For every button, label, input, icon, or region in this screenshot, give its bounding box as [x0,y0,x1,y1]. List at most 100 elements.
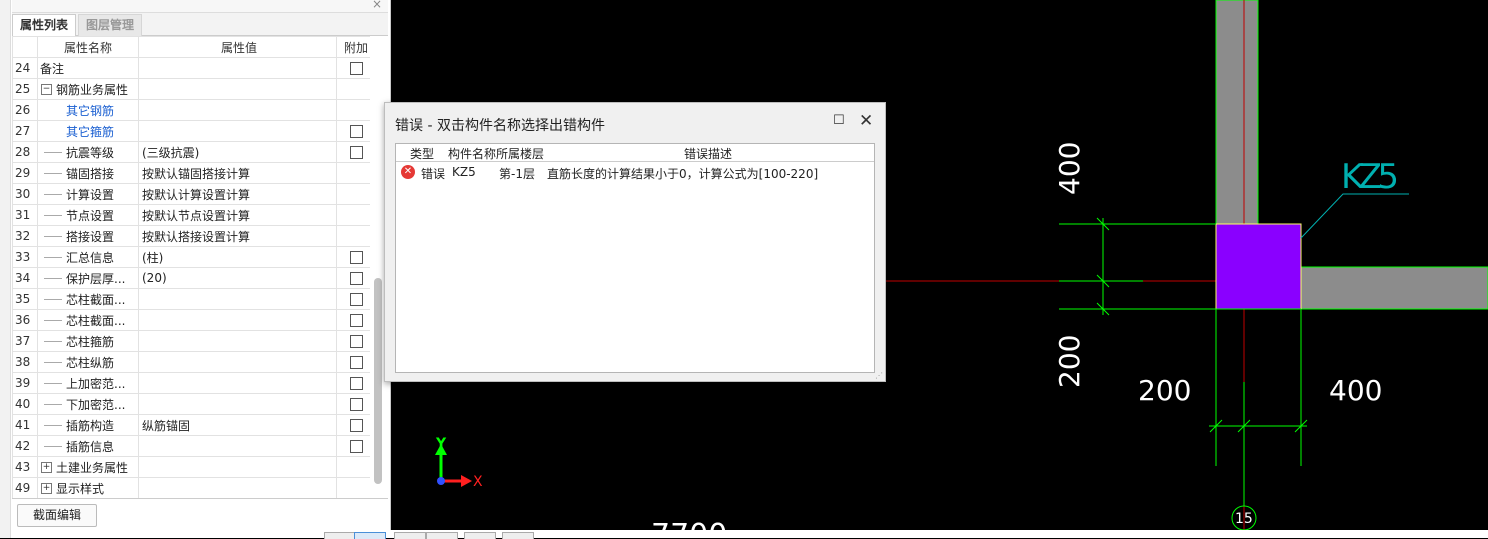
wall-horizontal[interactable] [1300,266,1488,310]
property-name-cell[interactable]: 备注 [37,57,139,79]
section-edit-button[interactable]: 截面编辑 [17,504,97,527]
property-value[interactable] [138,477,337,498]
property-name-cell[interactable]: 插筋信息 [37,435,139,457]
property-row[interactable]: 35 芯柱截面... [12,288,370,310]
property-name-cell[interactable]: − 钢筋业务属性 [37,78,139,100]
expand-icon[interactable]: + [41,461,52,473]
extra-checkbox[interactable] [349,293,363,306]
property-row[interactable]: 25− 钢筋业务属性 [12,78,370,100]
property-name-cell[interactable]: 抗震等级 [37,141,139,163]
property-name-cell[interactable]: 节点设置 [37,204,139,226]
property-row[interactable]: 26 其它钢筋 [12,99,370,121]
expand-icon[interactable]: + [41,482,52,494]
property-name-cell[interactable]: 锚固搭接 [37,162,139,184]
property-name-cell[interactable]: + 显示样式 [37,477,139,498]
property-name-cell[interactable]: 搭接设置 [37,225,139,247]
property-value[interactable] [138,393,337,415]
property-name-cell[interactable]: 上加密范... [37,372,139,394]
extra-checkbox[interactable] [349,125,363,138]
property-value[interactable]: (20) [138,267,337,289]
wall-vertical[interactable] [1215,0,1259,225]
property-name-cell[interactable]: 芯柱纵筋 [37,351,139,373]
property-value[interactable] [138,351,337,373]
extra-checkbox[interactable] [349,314,363,327]
property-value[interactable] [138,120,337,142]
property-value[interactable]: (三级抗震) [138,141,337,163]
property-row[interactable]: 37 芯柱箍筋 [12,330,370,352]
property-value[interactable] [138,309,337,331]
property-value[interactable] [138,372,337,394]
extra-checkbox[interactable] [349,62,363,75]
property-value[interactable] [138,78,337,100]
property-row[interactable]: 29 锚固搭接 按默认锚固搭接计算 [12,162,370,184]
header-extra[interactable]: 附加 [336,36,370,58]
header-type[interactable]: 类型 [410,145,434,162]
property-name-cell[interactable]: 计算设置 [37,183,139,205]
property-scrollbar-thumb[interactable] [374,278,382,484]
property-name-cell[interactable]: 芯柱截面... [37,309,139,331]
extra-checkbox[interactable] [349,272,363,285]
resize-grip-icon[interactable]: ⋰ [875,371,883,380]
extra-checkbox[interactable] [349,335,363,348]
extra-checkbox[interactable] [349,251,363,264]
property-row[interactable]: 31 节点设置 按默认节点设置计算 [12,204,370,226]
property-row[interactable]: 27 其它箍筋 [12,120,370,142]
property-row[interactable]: 24 备注 [12,57,370,79]
property-value[interactable]: 按默认搭接设置计算 [138,225,337,247]
property-name-cell[interactable]: 汇总信息 [37,246,139,268]
extra-checkbox[interactable] [349,377,363,390]
property-value[interactable] [138,330,337,352]
property-name-cell[interactable]: 其它箍筋 [37,120,139,142]
property-row[interactable]: 39 上加密范... [12,372,370,394]
collapse-icon[interactable]: − [41,83,52,95]
header-property-value[interactable]: 属性值 [138,36,337,58]
property-name-cell[interactable]: 芯柱截面... [37,288,139,310]
property-value[interactable] [138,456,337,478]
property-name-cell[interactable]: 下加密范... [37,393,139,415]
property-name-cell[interactable]: 插筋构造 [37,414,139,436]
property-name-cell[interactable]: 保护层厚... [37,267,139,289]
header-component-name[interactable]: 构件名称 [448,145,496,162]
property-row[interactable]: 33 汇总信息 (柱) [12,246,370,268]
property-name-cell[interactable]: + 土建业务属性 [37,456,139,478]
property-name-cell[interactable]: 其它钢筋 [37,99,139,121]
maximize-icon[interactable]: ☐ [833,113,845,128]
header-property-name[interactable]: 属性名称 [37,36,139,58]
property-row[interactable]: 36 芯柱截面... [12,309,370,331]
property-row[interactable]: 40 下加密范... [12,393,370,415]
extra-checkbox[interactable] [349,440,363,453]
error-component-name[interactable]: KZ5 [452,165,476,179]
property-value[interactable] [138,99,337,121]
extra-checkbox[interactable] [349,419,363,432]
extra-checkbox[interactable] [349,146,363,159]
property-value[interactable] [138,57,337,79]
panel-close-icon[interactable]: × [372,0,382,11]
property-row[interactable]: 43 + 土建业务属性 [12,456,370,478]
property-value[interactable]: 按默认锚固搭接计算 [138,162,337,184]
property-row[interactable]: 38 芯柱纵筋 [12,351,370,373]
property-row[interactable]: 41 插筋构造 纵筋锚固 [12,414,370,436]
header-error-description[interactable]: 错误描述 [684,145,732,162]
property-value[interactable] [138,288,337,310]
extra-checkbox[interactable] [349,356,363,369]
property-row[interactable]: 28 抗震等级 (三级抗震) [12,141,370,163]
property-row[interactable]: 49 + 显示样式 [12,477,370,498]
tab-layer-management[interactable]: 图层管理 [78,14,143,37]
property-value[interactable]: 按默认节点设置计算 [138,204,337,226]
extra-checkbox[interactable] [349,398,363,411]
property-value[interactable]: 纵筋锚固 [138,414,337,436]
header-floor[interactable]: 所属楼层 [496,145,544,162]
column-tag-label[interactable]: KZ5 [1341,157,1399,197]
tab-property-list[interactable]: 属性列表 [12,14,77,37]
property-row[interactable]: 30 计算设置 按默认计算设置计算 [12,183,370,205]
close-icon[interactable]: ✕ [859,111,873,131]
property-value[interactable]: 按默认计算设置计算 [138,183,337,205]
property-value[interactable] [138,435,337,457]
property-row[interactable]: 34 保护层厚... (20) [12,267,370,289]
error-row[interactable]: ✕ 错误 KZ5 第-1层 直筋长度的计算结果小于0，计算公式为[100-220… [396,163,874,183]
column-kz5[interactable] [1215,223,1302,310]
property-row[interactable]: 32 搭接设置 按默认搭接设置计算 [12,225,370,247]
property-row[interactable]: 42 插筋信息 [12,435,370,457]
property-name-cell[interactable]: 芯柱箍筋 [37,330,139,352]
property-value[interactable]: (柱) [138,246,337,268]
